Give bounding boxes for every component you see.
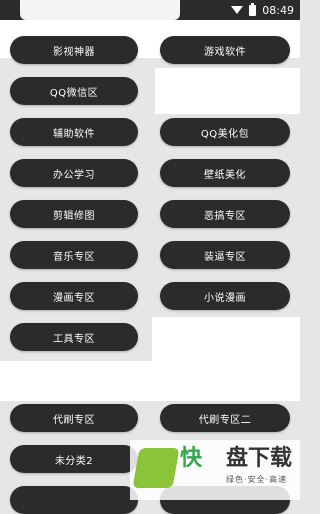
watermark: 快 盘下载 绿色·安全·高速 [130,440,300,500]
menu-button-wallpaper[interactable]: 壁纸美化 [160,159,290,187]
watermark-brand-icon-text: 快 [180,446,203,471]
menu-button-assist[interactable]: 辅助软件 [10,118,138,146]
menu-button-film[interactable]: 影视神器 [10,36,138,64]
menu-button-prank[interactable]: 恶搞专区 [160,200,290,228]
battery-icon [249,2,257,16]
menu-button-uncat-2[interactable]: 未分类2 [10,445,138,473]
menu-button-office[interactable]: 办公学习 [10,159,138,187]
menu-button-music[interactable]: 音乐专区 [10,241,138,269]
menu-button-proxy[interactable]: 代刷专区 [10,404,138,432]
watermark-logo-icon [132,448,180,488]
watermark-brand-text: 盘下载 [226,446,293,471]
signal-icon [231,6,244,14]
menu-button-comic[interactable]: 漫画专区 [10,282,138,310]
menu-button-novel[interactable]: 小说漫画 [160,282,290,310]
blank-cell [155,68,300,114]
menu-button-edit[interactable]: 剪辑修图 [10,200,138,228]
menu-button-qq-wechat[interactable]: QQ微信区 [10,77,138,105]
menu-button-game[interactable]: 游戏软件 [160,36,290,64]
status-bar-right: 08:49 [231,0,294,20]
menu-button-qq-beauty[interactable]: QQ美化包 [160,118,290,146]
menu-button-partial[interactable] [10,486,138,514]
status-bar-notch [20,0,180,20]
watermark-slogan: 绿色·安全·高速 [226,475,288,484]
status-bar: 08:49 [0,0,300,20]
menu-button-showoff[interactable]: 装逼专区 [160,241,290,269]
menu-button-proxy-2[interactable]: 代刷专区二 [160,404,290,432]
menu-button-tools[interactable]: 工具专区 [10,323,138,351]
section-gap [0,361,300,401]
status-time: 08:49 [262,3,294,17]
